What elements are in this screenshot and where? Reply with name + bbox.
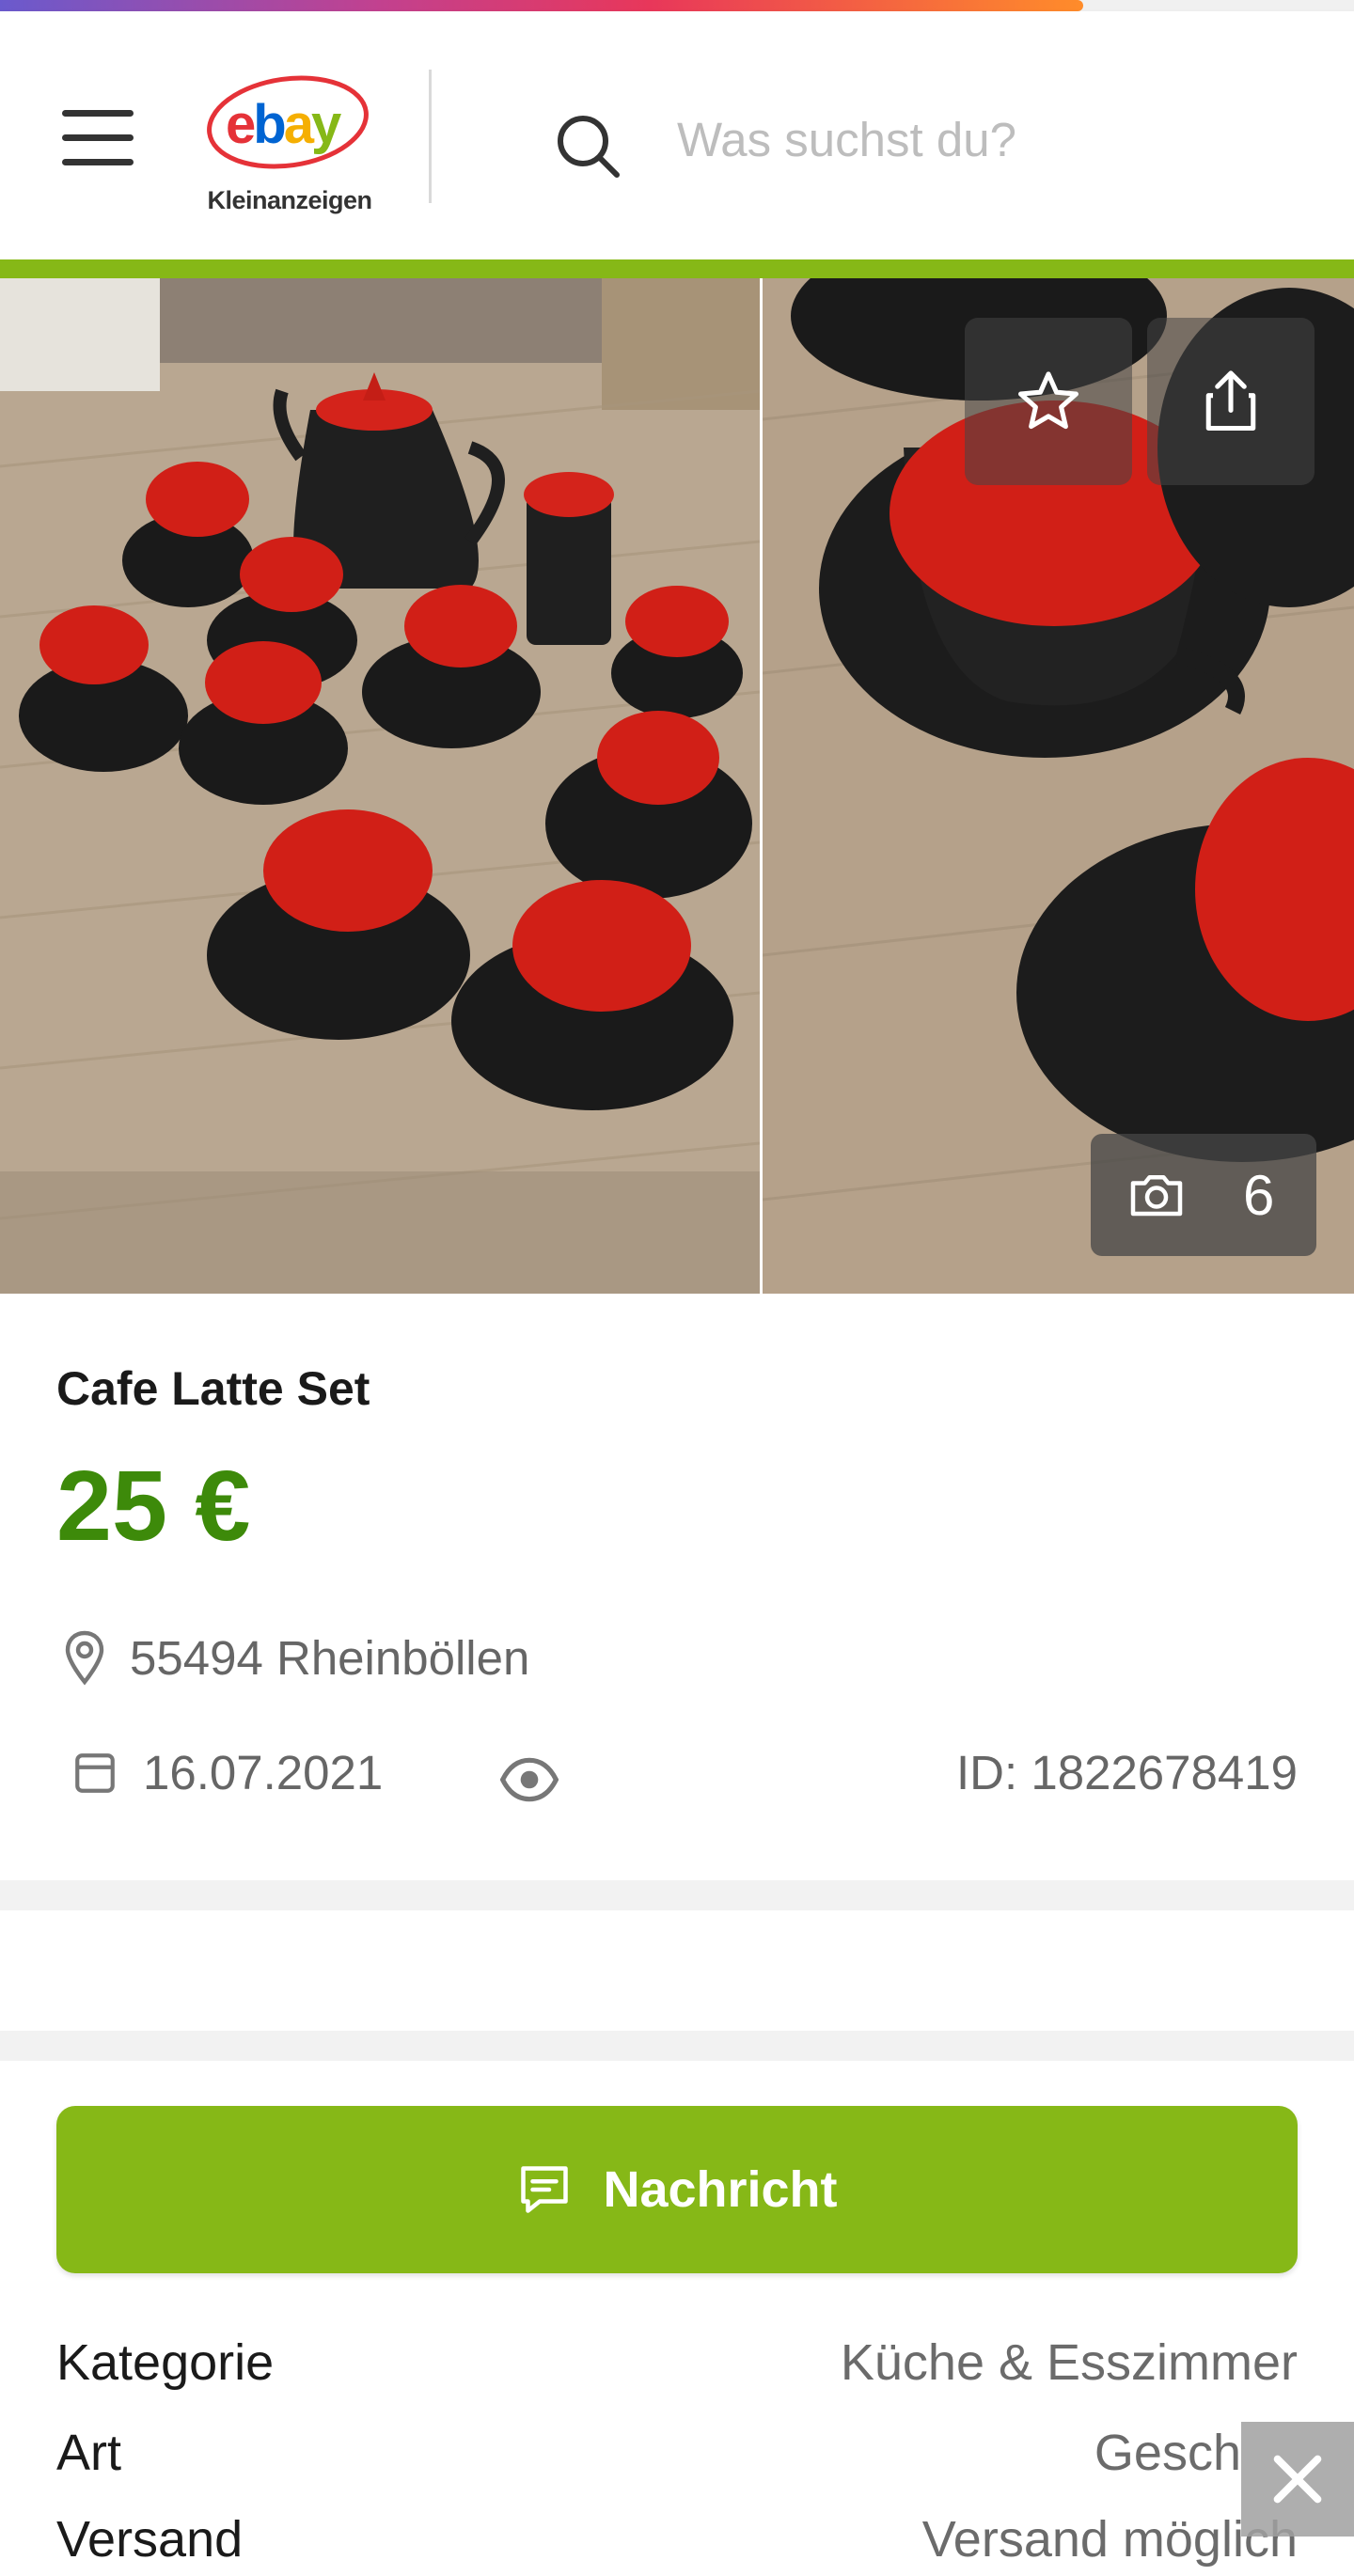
detail-key: Art — [56, 2425, 122, 2481]
page-loading-bar — [0, 0, 1354, 11]
ebay-logo-mark: ebay — [207, 75, 369, 169]
listing-title: Cafe Latte Set — [56, 1362, 370, 1415]
svg-text:ebay: ebay — [226, 94, 341, 155]
close-overlay-button[interactable] — [1241, 2422, 1354, 2537]
detail-value: Gesch — [1094, 2425, 1241, 2481]
ebay-kleinanzeigen-logo[interactable]: ebay Kleinanzeigen — [205, 71, 374, 214]
search-bar[interactable] — [555, 102, 1288, 179]
detail-row-category: Kategorie Küche & Esszimmer — [56, 2333, 1298, 2399]
listing-date: 16.07.2021 — [143, 1746, 384, 1799]
photo-count-badge[interactable]: 6 — [1091, 1134, 1316, 1256]
hamburger-menu-icon[interactable] — [62, 110, 134, 166]
logo-subtitle: Kleinanzeigen — [207, 186, 372, 214]
message-icon — [521, 2166, 569, 2213]
search-input[interactable] — [677, 102, 1279, 177]
send-message-label: Nachricht — [603, 2161, 838, 2218]
listing-price: 25 € — [56, 1451, 251, 1562]
share-icon — [1205, 370, 1256, 432]
calendar-icon — [75, 1752, 115, 1793]
camera-icon — [1130, 1175, 1183, 1217]
detail-key: Versand — [56, 2511, 244, 2568]
header-divider — [429, 70, 432, 203]
date-row: 16.07.2021 — [71, 1745, 383, 1800]
section-separator — [0, 1880, 1354, 1910]
top-header: ebay Kleinanzeigen — [0, 11, 1354, 259]
close-icon — [1273, 2455, 1322, 2504]
photo-count: 6 — [1243, 1163, 1275, 1227]
header-green-accent-line — [0, 259, 1354, 278]
image-gallery[interactable]: 6 — [0, 278, 1354, 1294]
detail-key: Kategorie — [56, 2334, 275, 2391]
detail-row-type: Art Gesch — [56, 2424, 1298, 2490]
share-button[interactable] — [1147, 318, 1315, 485]
view-count-eye-icon — [500, 1757, 559, 1802]
section-separator — [0, 2031, 1354, 2061]
location-row[interactable]: 55494 Rheinböllen — [62, 1628, 529, 1687]
send-message-button[interactable]: Nachricht — [56, 2106, 1298, 2273]
location-pin-icon — [65, 1630, 104, 1686]
listing-photo-1[interactable] — [0, 278, 760, 1294]
favorite-button[interactable] — [965, 318, 1132, 485]
listing-location: 55494 Rheinböllen — [130, 1630, 530, 1685]
listing-id: ID: 1822678419 — [956, 1746, 1298, 1799]
detail-row-shipping: Versand Versand möglich — [56, 2510, 1298, 2576]
star-icon — [1018, 371, 1078, 430]
page-loading-bar-fill — [0, 0, 1083, 11]
search-icon[interactable] — [555, 113, 621, 179]
detail-value[interactable]: Küche & Esszimmer — [841, 2333, 1298, 2392]
